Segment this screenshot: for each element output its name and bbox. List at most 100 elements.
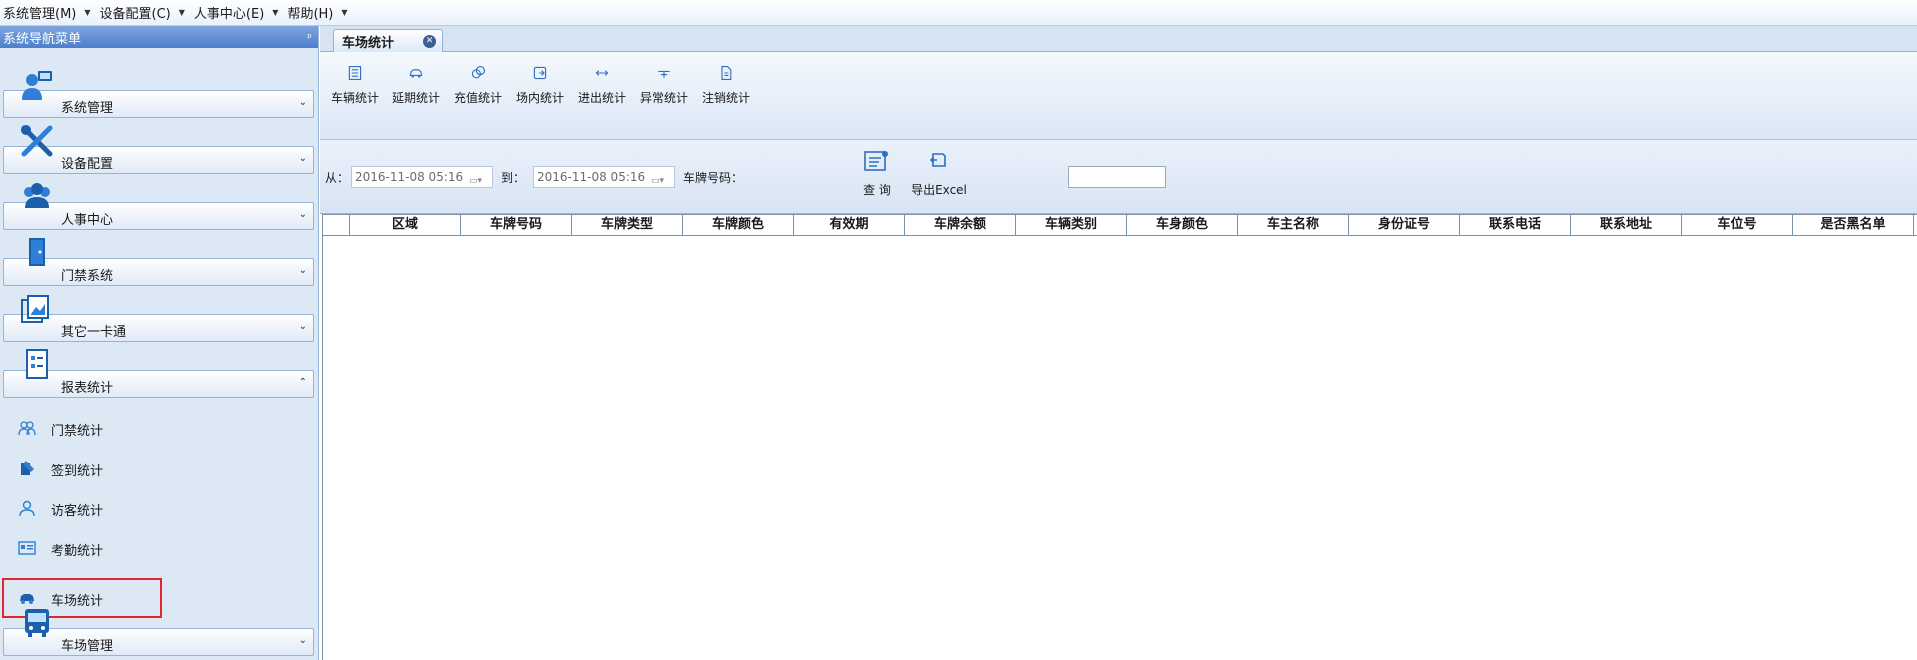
section-label: 系统管理: [61, 101, 114, 116]
section-label: 设备配置: [61, 157, 114, 172]
to-label: 到：: [501, 171, 526, 185]
query-icon: [864, 151, 888, 171]
menu-device[interactable]: 设备配置(C) ▼: [97, 0, 191, 26]
bus-icon: [25, 609, 49, 637]
chevron-down-icon: ⌄: [298, 153, 307, 164]
pin-icon[interactable]: ᵖ: [307, 31, 312, 44]
section-label: 其它一卡通: [61, 325, 127, 340]
cancel-stats-button[interactable]: 注销统计: [701, 56, 751, 106]
attendance-icon: [18, 541, 36, 555]
export-icon: [929, 153, 946, 167]
section-label: 人事中心: [61, 213, 114, 228]
dropdown-arrow-icon: ▼: [84, 8, 91, 17]
column-header[interactable]: 是否黑名单: [1793, 215, 1914, 236]
section-label: 报表统计: [61, 381, 114, 396]
vehicle-stats-button[interactable]: 车辆统计: [330, 56, 380, 106]
column-header[interactable]: 车辆类别: [1016, 215, 1127, 236]
in-out-arrows-icon: [595, 70, 609, 76]
column-header[interactable]: 车牌余额: [905, 215, 1016, 236]
sidebar-section-device[interactable]: 设备配置 ⌄: [0, 122, 319, 178]
dropdown-arrow-icon: ▼: [272, 8, 279, 17]
dropdown-arrow-icon: ▼: [341, 8, 348, 17]
car-extend-icon: [409, 69, 423, 78]
inside-icon: [533, 66, 547, 80]
column-header[interactable]: 车牌类型: [572, 215, 683, 236]
extension-stats-button[interactable]: 延期统计: [391, 56, 441, 106]
sidebar-item-label: 考勤统计: [51, 544, 104, 559]
filter-bar: 从： 2016-11-08 05:16 ▭▾ 到： 2016-11-08 05:…: [320, 140, 1917, 214]
column-header[interactable]: 车主名称: [1238, 215, 1349, 236]
sidebar-item-attendance-stats[interactable]: 考勤统计: [0, 530, 319, 566]
menu-bar: 系统管理(M) ▼ 设备配置(C) ▼ 人事中心(E) ▼ 帮助(H) ▼: [0, 0, 1917, 26]
sidebar-header: 系统导航菜单 ᵖ: [0, 26, 318, 48]
column-header-indicator[interactable]: [323, 215, 350, 236]
sidebar-section-access[interactable]: 门禁系统 ⌄: [0, 234, 319, 290]
abnormal-stats-button[interactable]: 异常统计: [639, 56, 689, 106]
tools-icon: [21, 125, 53, 157]
plate-label: 车牌号码：: [683, 171, 744, 185]
sidebar-section-parking[interactable]: 车场管理 ⌄: [0, 604, 319, 660]
from-label: 从：: [325, 171, 350, 185]
checkin-icon: [21, 461, 34, 475]
sidebar-item-label: 签到统计: [51, 464, 104, 479]
chevron-down-icon: ⌄: [298, 635, 307, 646]
sidebar-item-access-stats[interactable]: 门禁统计: [0, 410, 319, 446]
recharge-stats-button[interactable]: 充值统计: [453, 56, 503, 106]
column-header[interactable]: 车牌号码: [461, 215, 572, 236]
sidebar-title: 系统导航菜单: [3, 31, 82, 47]
menu-hr[interactable]: 人事中心(E) ▼: [191, 0, 285, 26]
door-icon: [29, 238, 45, 266]
to-date-picker[interactable]: 2016-11-08 05:16 ▭▾: [533, 166, 675, 188]
calendar-dropdown-icon[interactable]: ▭▾: [469, 171, 489, 186]
cancel-doc-icon: [721, 66, 732, 80]
chevron-down-icon: ⌄: [298, 209, 307, 220]
visitor-icon: [19, 500, 35, 517]
export-excel-button[interactable]: 导出Excel: [906, 150, 972, 198]
sidebar-item-label: 访客统计: [51, 504, 104, 519]
menu-system[interactable]: 系统管理(M) ▼: [0, 0, 97, 26]
tab-label: 车场统计: [342, 35, 395, 51]
sidebar-item-label: 门禁统计: [51, 424, 104, 439]
column-header[interactable]: 身份证号: [1349, 215, 1460, 236]
column-header[interactable]: 车身颜色: [1127, 215, 1238, 236]
close-icon[interactable]: ✕: [423, 35, 436, 48]
tab-parking-stats[interactable]: 车场统计 ✕: [333, 29, 443, 52]
chevron-down-icon: ⌄: [298, 321, 307, 332]
sidebar-section-hr[interactable]: 人事中心 ⌄: [0, 178, 319, 234]
main-content: 车场统计 ✕ 车辆统计 延期统计 充值统计 场内统计 进出统计 异常统计 注销统…: [320, 26, 1917, 660]
recharge-icon: [471, 66, 485, 79]
inside-stats-button[interactable]: 场内统计: [515, 56, 565, 106]
column-header[interactable]: 联系地址: [1571, 215, 1682, 236]
tab-strip: 车场统计 ✕: [320, 26, 1917, 52]
section-label: 门禁系统: [61, 269, 114, 284]
results-table: 区域 车牌号码 车牌类型 车牌颜色 有效期 车牌余额 车辆类别 车身颜色 车主名…: [322, 214, 1917, 660]
calendar-dropdown-icon[interactable]: ▭▾: [651, 171, 671, 186]
navigation-sidebar: 系统导航菜单 ᵖ 系统管理 ⌄ 设备配置 ⌄ 人事中心 ⌄ 门禁系统 ⌄ 其它一…: [0, 26, 319, 660]
query-button[interactable]: 查 询: [855, 150, 899, 198]
column-header[interactable]: 有效期: [794, 215, 905, 236]
column-header[interactable]: 车牌颜色: [683, 215, 794, 236]
sidebar-section-system[interactable]: 系统管理 ⌄: [0, 66, 319, 122]
section-label: 车场管理: [61, 639, 114, 654]
sidebar-section-cards[interactable]: 其它一卡通 ⌄: [0, 290, 319, 346]
list-icon: [348, 66, 362, 80]
ribbon-toolbar: 车辆统计 延期统计 充值统计 场内统计 进出统计 异常统计 注销统计: [320, 52, 1917, 140]
sidebar-item-checkin-stats[interactable]: 签到统计: [0, 450, 319, 486]
table-header: 区域 车牌号码 车牌类型 车牌颜色 有效期 车牌余额 车辆类别 车身颜色 车主名…: [323, 214, 1917, 236]
sidebar-section-reports[interactable]: 报表统计 ⌃: [0, 346, 319, 402]
system-admin-icon: [22, 71, 52, 100]
column-header[interactable]: 联系电话: [1460, 215, 1571, 236]
sidebar-item-visitor-stats[interactable]: 访客统计: [0, 490, 319, 526]
from-date-picker[interactable]: 2016-11-08 05:16 ▭▾: [351, 166, 493, 188]
column-header[interactable]: 车位号: [1682, 215, 1793, 236]
chevron-up-icon: ⌃: [298, 377, 307, 388]
menu-help[interactable]: 帮助(H) ▼: [284, 0, 353, 26]
abnormal-icon: [658, 70, 670, 78]
column-header[interactable]: 区域: [350, 215, 461, 236]
plate-number-input[interactable]: [1068, 166, 1166, 188]
users-icon: [18, 421, 36, 436]
people-icon: [24, 183, 50, 208]
dropdown-arrow-icon: ▼: [178, 8, 185, 17]
cards-icon: [21, 295, 49, 323]
in-out-stats-button[interactable]: 进出统计: [577, 56, 627, 106]
